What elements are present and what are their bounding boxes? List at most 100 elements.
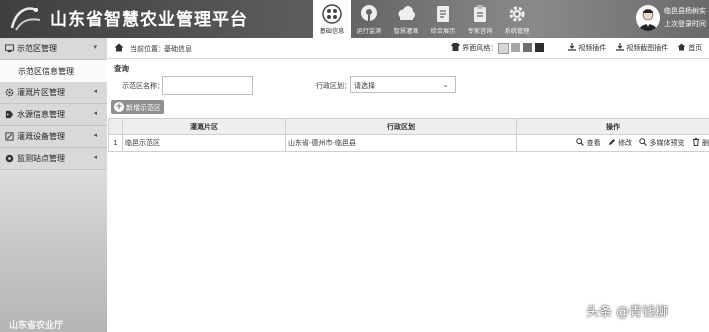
chevron-left-icon: ◂ <box>93 109 97 117</box>
monitor-icon <box>5 44 14 53</box>
row-district: 山东省-德州市-临邑县 <box>285 134 517 152</box>
video-capture-plugin-link[interactable]: 视频截图插件 <box>616 43 668 53</box>
search-icon <box>576 138 585 146</box>
sidebar-item-water-source[interactable]: 水源信息管理 ◂ <box>0 104 107 126</box>
nav-monitoring[interactable]: 运行监测 <box>350 0 388 38</box>
nav-label: 专家咨询 <box>467 28 493 35</box>
pencil-icon <box>608 139 615 145</box>
district-select-value: 请选择 <box>354 82 375 90</box>
home-label: 首页 <box>688 44 703 52</box>
view-label: 查看 <box>586 139 601 147</box>
last-login-time: 上次登录时间 <box>664 20 706 28</box>
nav-label: 基础信息 <box>319 28 345 35</box>
nav-expert[interactable]: 专家咨询 <box>461 0 499 38</box>
chevron-down-icon: ⌄ <box>442 80 449 89</box>
trash-icon <box>692 138 699 146</box>
home-icon <box>114 43 124 52</box>
clipboard-icon <box>474 5 486 22</box>
demo-zone-name-label: 示范区名称： <box>122 82 164 90</box>
video-capture-plugin-label: 视频截图插件 <box>626 44 669 52</box>
nav-smart-irrigation[interactable]: 智慧灌溉 <box>387 0 425 38</box>
query-title: 查询 <box>114 64 129 73</box>
breadcrumb: 当前位置： 基础信息 界面风格： 视频插件 视频截图插件 首页 <box>108 38 709 59</box>
breadcrumb-current[interactable]: 基础信息 <box>164 44 192 54</box>
delete-label: 删 <box>702 139 709 147</box>
delete-button[interactable]: 删 <box>692 138 709 148</box>
multimedia-preview-button[interactable]: 多媒体预览 <box>639 138 685 148</box>
main-content: 当前位置： 基础信息 界面风格： 视频插件 视频截图插件 首页 查询 示范区名称… <box>108 38 709 332</box>
row-index: 1 <box>108 134 123 152</box>
nav-label: 运行监测 <box>356 28 382 35</box>
download-icon <box>568 43 576 51</box>
search-icon <box>639 138 648 146</box>
sidebar-item-monitoring-station[interactable]: 监测站点管理 ◂ <box>0 148 107 170</box>
view-button[interactable]: 查看 <box>576 138 601 148</box>
add-demo-zone-label: 新增示范区 <box>126 104 161 112</box>
avatar[interactable] <box>636 5 660 31</box>
column-header-index <box>108 118 123 135</box>
cloud-icon <box>398 6 415 20</box>
map-pin-icon <box>361 5 377 21</box>
sidebar-item-irrigation-area[interactable]: 灌溉片区管理 ◂ <box>0 82 107 104</box>
shirt-icon <box>451 43 460 51</box>
station-icon <box>5 154 14 163</box>
demo-zone-table: 灌溉片区 行政区划 操作 1 临邑示范区 山东省-德州市-临邑县 查看 修改 多… <box>108 118 709 152</box>
column-header-district[interactable]: 行政区划 <box>285 118 517 135</box>
nav-display[interactable]: 综合展示 <box>424 0 462 38</box>
theme-swatch-4[interactable] <box>535 43 544 52</box>
app-title: 山东省智慧农业管理平台 <box>50 10 248 30</box>
breadcrumb-label: 当前位置： <box>130 45 165 53</box>
gear-icon <box>509 6 525 22</box>
home-link[interactable]: 首页 <box>677 43 702 53</box>
sidebar-footer: 山东省农业厅 <box>9 321 64 331</box>
theme-swatch-1[interactable] <box>498 43 509 54</box>
theme-label: 界面风格： <box>462 44 498 52</box>
theme-swatch-3[interactable] <box>523 43 532 52</box>
avatar-icon <box>639 9 657 31</box>
nav-system[interactable]: 系统管理 <box>498 0 536 38</box>
nav-label: 综合展示 <box>430 28 456 35</box>
sidebar-subitem-demo-zone-info[interactable]: 示范区信息管理 <box>0 60 107 82</box>
nav-label: 智慧灌溉 <box>393 28 419 35</box>
sidebar-item-label: 灌溉设备管理 <box>17 132 65 141</box>
watermark: 头条 @青钱柳 <box>586 305 669 320</box>
district-select[interactable]: 请选择 ⌄ <box>350 76 456 93</box>
district-label: 行政区划： <box>316 82 351 90</box>
tag-icon <box>5 110 14 119</box>
grid-icon <box>322 4 342 24</box>
plus-icon: + <box>114 102 124 112</box>
theme-switcher: 界面风格： <box>451 43 497 53</box>
row-actions: 查看 修改 多媒体预览 删 <box>516 134 709 152</box>
column-header-area[interactable]: 灌溉片区 <box>122 118 286 135</box>
chevron-left-icon: ◂ <box>93 153 97 161</box>
nav-basic-info[interactable]: 基础信息 <box>313 0 351 38</box>
document-icon <box>437 6 449 22</box>
table-row[interactable]: 1 临邑示范区 山东省-德州市-临邑县 查看 修改 多媒体预览 删 <box>108 134 709 152</box>
download-icon <box>616 43 624 51</box>
multimedia-preview-label: 多媒体预览 <box>649 139 685 147</box>
theme-swatch-2[interactable] <box>511 43 520 52</box>
chevron-down-icon: ▾ <box>93 43 97 51</box>
sidebar-item-label: 示范区管理 <box>17 44 57 53</box>
chevron-left-icon: ◂ <box>93 87 97 95</box>
sidebar-item-label: 灌溉片区管理 <box>17 88 65 97</box>
demo-zone-name-input[interactable] <box>162 76 253 95</box>
add-demo-zone-button[interactable]: + 新增示范区 <box>111 100 164 114</box>
nav-label: 系统管理 <box>504 28 530 35</box>
sidebar: 示范区管理 ▾ 示范区信息管理 灌溉片区管理 ◂ 水源信息管理 ◂ 灌溉设备管理… <box>0 38 107 332</box>
top-header: 山东省智慧农业管理平台 基础信息 运行监测 智慧灌溉 综合展示 专家咨询 系统管… <box>0 0 709 38</box>
sidebar-item-demo-zone[interactable]: 示范区管理 ▾ <box>0 38 107 60</box>
sidebar-subitem-label: 示范区信息管理 <box>18 67 74 76</box>
video-plugin-label: 视频插件 <box>578 44 607 52</box>
gear-icon <box>5 88 14 97</box>
home-icon <box>677 43 686 51</box>
column-header-actions: 操作 <box>516 118 709 135</box>
sidebar-item-irrigation-equipment[interactable]: 灌溉设备管理 ◂ <box>0 126 107 148</box>
user-name: 临邑县杨树实 <box>664 7 706 15</box>
video-plugin-link[interactable]: 视频插件 <box>568 43 606 53</box>
tools-icon <box>5 132 14 141</box>
edit-button[interactable]: 修改 <box>608 138 632 148</box>
chevron-left-icon: ◂ <box>93 131 97 139</box>
sidebar-item-label: 监测站点管理 <box>17 154 65 163</box>
sidebar-item-label: 水源信息管理 <box>17 110 65 119</box>
